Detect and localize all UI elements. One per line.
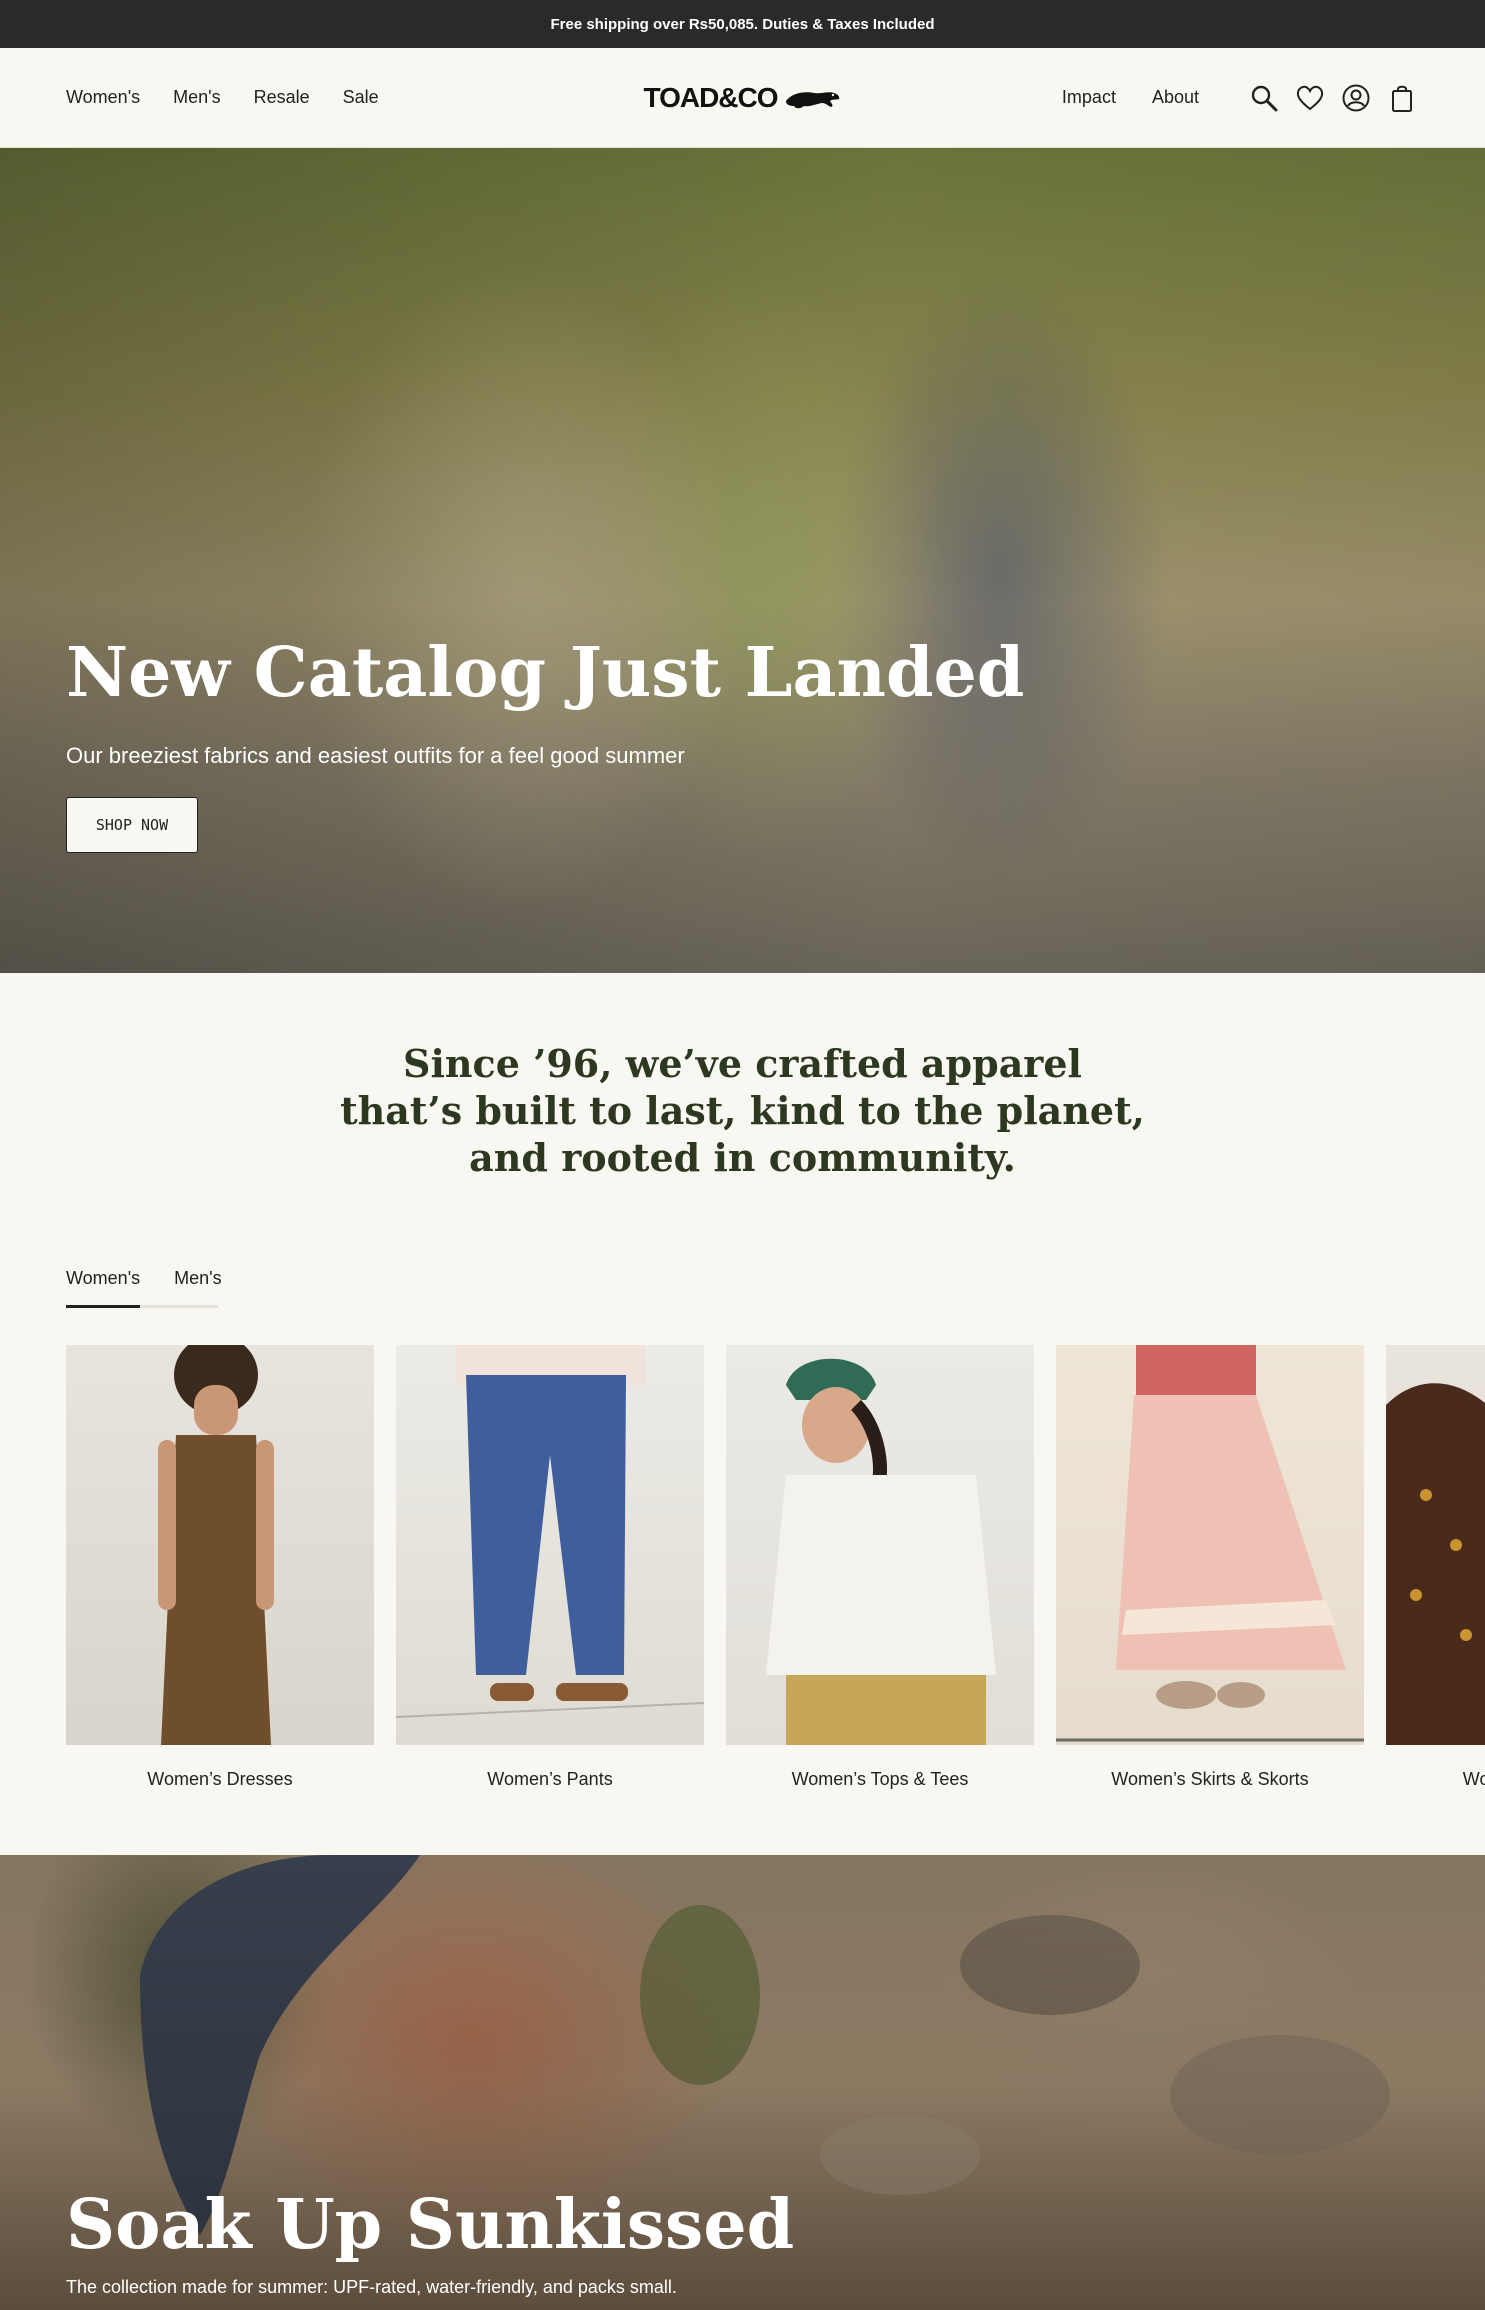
nav-mens[interactable]: Men's <box>173 87 220 108</box>
site-logo[interactable]: TOAD&CO <box>643 82 841 114</box>
category-card[interactable]: Women’s Tops & Tees <box>726 1345 1034 1790</box>
hero-content: New Catalog Just Landed Our breeziest fa… <box>66 633 1024 853</box>
category-image[interactable] <box>726 1345 1034 1745</box>
search-icon[interactable] <box>1247 81 1281 115</box>
category-image[interactable] <box>1056 1345 1364 1745</box>
pants-figure <box>396 1345 704 1718</box>
category-image[interactable] <box>1386 1345 1485 1745</box>
category-label[interactable]: Women’s Pants <box>396 1769 704 1790</box>
tab-womens[interactable]: Women's <box>66 1268 141 1308</box>
category-tabs: Women's Men's <box>66 1268 222 1308</box>
mission-line: Since ’96, we’ve crafted apparel <box>403 1041 1082 1086</box>
top-figure <box>766 1358 996 1745</box>
category-image[interactable] <box>396 1345 704 1745</box>
account-icon[interactable] <box>1339 81 1373 115</box>
announcement-text: Free shipping over Rs50,085. Duties & Ta… <box>550 15 935 33</box>
sweater-figure <box>1386 1383 1485 1745</box>
category-label[interactable]: Women’s Sweaters <box>1386 1769 1485 1790</box>
skirt-figure <box>1056 1345 1364 1742</box>
logo-text: TOAD&CO <box>643 81 778 113</box>
toad-logo-icon <box>785 91 839 108</box>
category-card[interactable]: Women’s Pants <box>396 1345 704 1790</box>
nav-womens[interactable]: Women's <box>66 87 140 108</box>
category-image[interactable] <box>66 1345 374 1745</box>
mission-statement: Since ’96, we’ve crafted apparel that’s … <box>0 1040 1485 1181</box>
heart-icon[interactable] <box>1293 81 1327 115</box>
announcement-bar: Free shipping over Rs50,085. Duties & Ta… <box>0 0 1485 48</box>
hero-subtitle: Our breeziest fabrics and easiest outfit… <box>66 743 685 768</box>
category-label[interactable]: Women’s Tops & Tees <box>726 1769 1034 1790</box>
hero-title: New Catalog Just Landed <box>66 633 1025 713</box>
nav-sale[interactable]: Sale <box>343 87 379 108</box>
bag-icon[interactable] <box>1385 81 1419 115</box>
promo-banner: Soak Up Sunkissed The collection made fo… <box>0 1855 1485 2310</box>
category-card[interactable]: Women’s Sweaters <box>1386 1345 1485 1790</box>
category-label[interactable]: Women’s Skirts & Skorts <box>1056 1769 1364 1790</box>
primary-nav: Women's Men's Resale Sale <box>66 87 412 108</box>
nav-impact[interactable]: Impact <box>1062 87 1116 108</box>
category-card[interactable]: Women’s Dresses <box>66 1345 374 1790</box>
dress-figure <box>158 1345 274 1745</box>
promo-content: Soak Up Sunkissed The collection made fo… <box>66 2185 794 2298</box>
mission-line: that’s built to last, kind to the planet… <box>340 1088 1145 1133</box>
promo-title: Soak Up Sunkissed <box>66 2185 795 2265</box>
utility-nav: Impact About <box>1062 81 1419 115</box>
nav-about[interactable]: About <box>1152 87 1199 108</box>
mission-line: and rooted in community. <box>469 1135 1016 1180</box>
tab-mens[interactable]: Men's <box>174 1268 221 1305</box>
category-card[interactable]: Women’s Skirts & Skorts <box>1056 1345 1364 1790</box>
site-header: Women's Men's Resale Sale TOAD&CO Impact… <box>0 48 1485 148</box>
category-label[interactable]: Women’s Dresses <box>66 1769 374 1790</box>
hero-banner: New Catalog Just Landed Our breeziest fa… <box>0 148 1485 973</box>
nav-resale[interactable]: Resale <box>254 87 310 108</box>
promo-subtitle: The collection made for summer: UPF-rate… <box>66 2277 677 2297</box>
category-carousel: Women’s Dresses Women’s Pants Women’s To <box>66 1345 1485 1790</box>
shop-now-button[interactable]: SHOP NOW <box>66 797 198 853</box>
